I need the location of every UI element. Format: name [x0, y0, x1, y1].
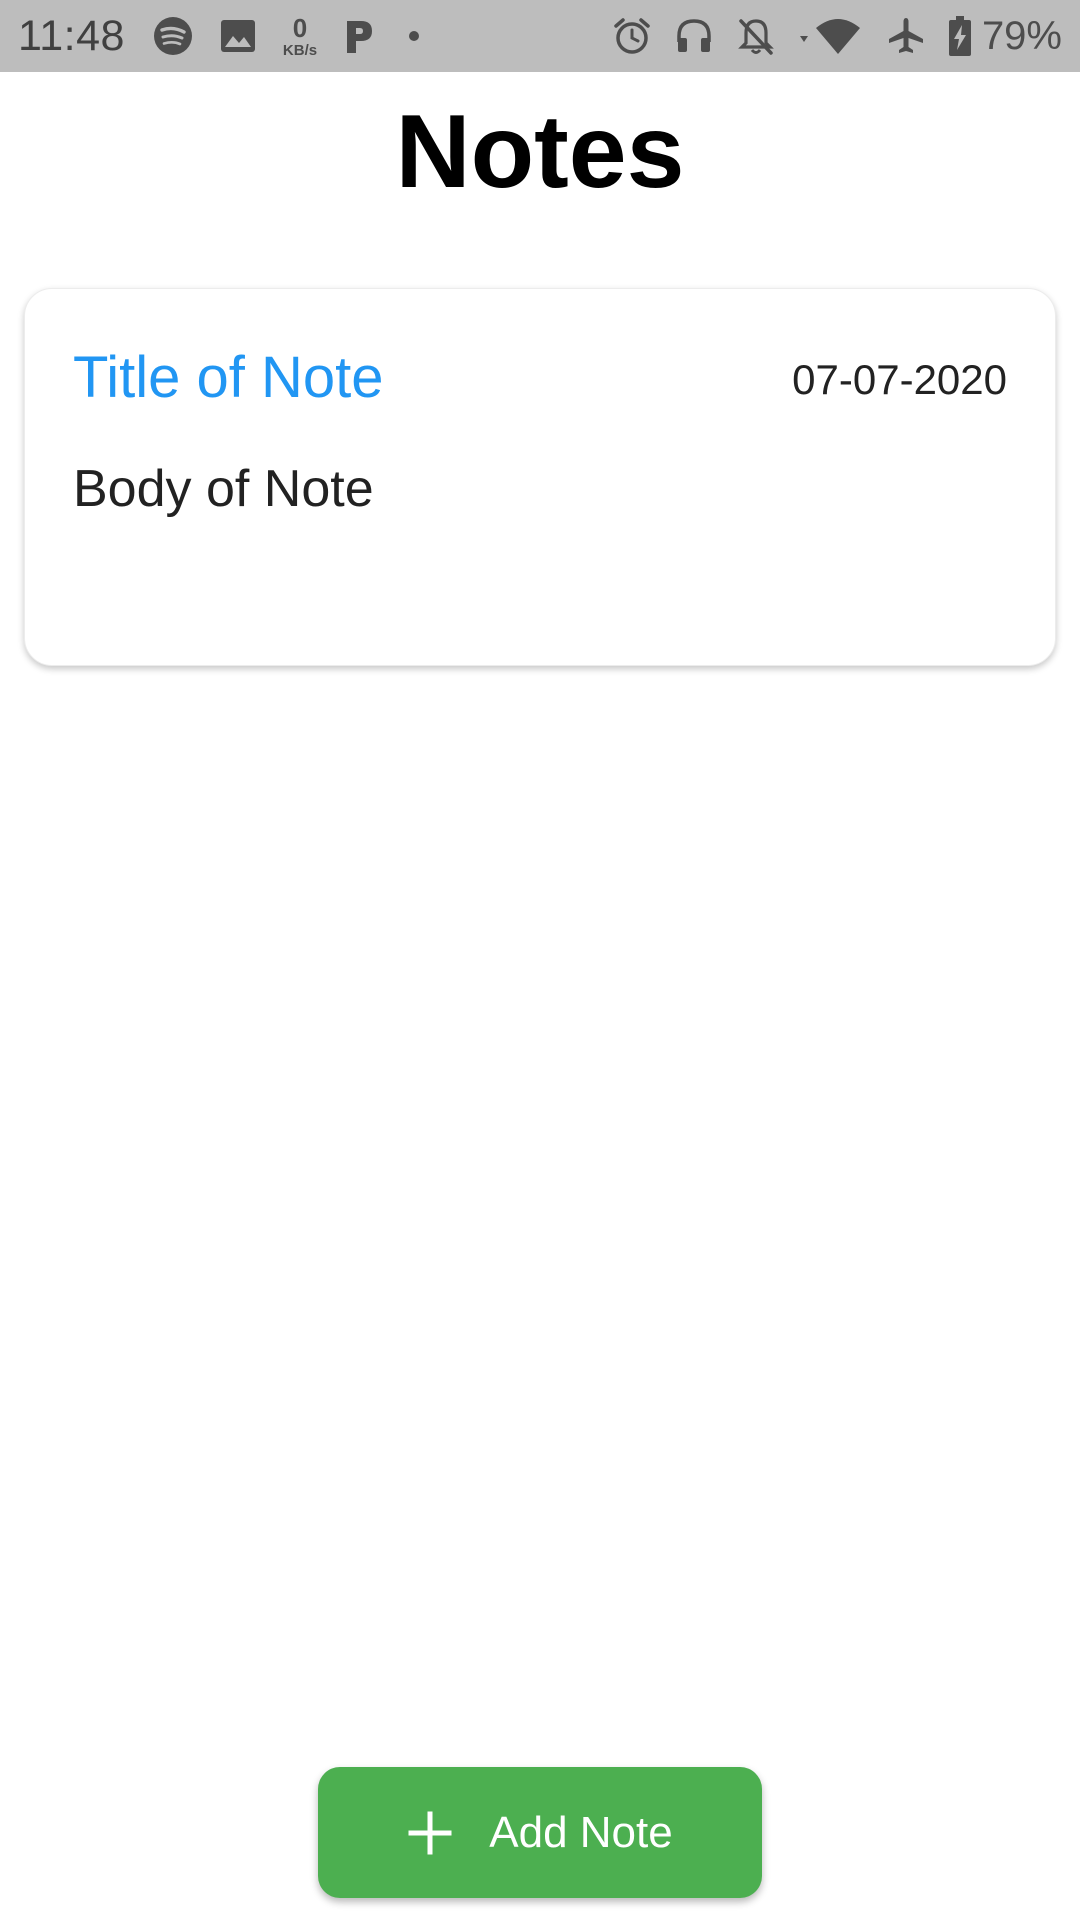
add-note-button[interactable]: Add Note — [318, 1767, 762, 1898]
note-body: Body of Note — [73, 460, 374, 518]
status-bar: 11:48 0 KB/s 79% — [0, 0, 1080, 72]
spotify-icon — [153, 16, 193, 56]
image-icon — [219, 17, 257, 55]
battery-charging-icon — [948, 15, 972, 57]
battery-percent: 79% — [981, 13, 1062, 58]
p-app-icon — [343, 17, 375, 55]
note-title: Title of Note — [73, 345, 384, 410]
alarm-icon — [612, 16, 652, 56]
note-card[interactable]: Title of Note 07-07-2020 Body of Note — [24, 288, 1056, 666]
headphones-icon — [674, 16, 714, 56]
net-speed-indicator: 0 KB/s — [283, 15, 317, 58]
net-speed-unit: KB/s — [282, 41, 318, 59]
status-time: 11:48 — [18, 11, 125, 60]
wifi-icon — [798, 16, 864, 56]
net-speed-value: 0 — [292, 12, 308, 43]
status-bar-right: 79% — [590, 14, 1062, 59]
page-title: Notes — [395, 94, 685, 210]
note-date: 07-07-2020 — [792, 356, 1007, 403]
dot-icon — [409, 31, 420, 41]
airplane-icon — [886, 16, 926, 56]
notifications-off-icon — [736, 16, 776, 56]
plus-icon — [407, 1810, 453, 1856]
status-bar-left: 11:48 0 KB/s — [18, 11, 420, 61]
add-note-label: Add Note — [489, 1807, 673, 1857]
